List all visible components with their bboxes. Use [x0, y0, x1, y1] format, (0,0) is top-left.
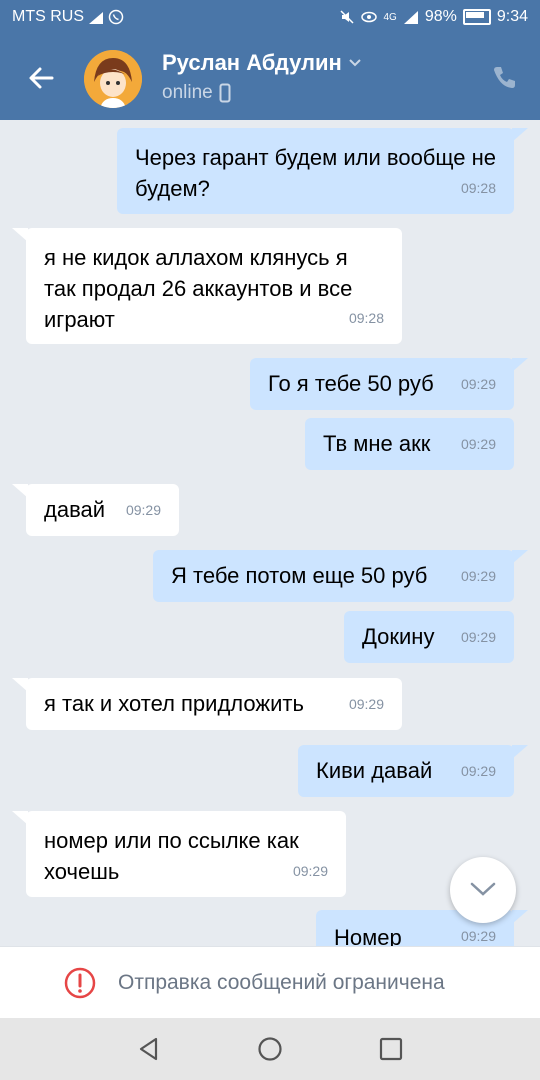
clock: 9:34: [496, 8, 528, 25]
message-time: 09:29: [292, 863, 328, 879]
eye-icon: [361, 11, 378, 23]
message-time: 09:29: [460, 376, 496, 392]
message-outgoing[interactable]: Го я тебе 50 руб 09:29: [250, 358, 528, 410]
message-text: номер или по ссылке как хочешь: [44, 828, 299, 884]
message-outgoing[interactable]: Через гарант будем или вообще не будем? …: [117, 128, 528, 214]
message-outgoing[interactable]: Я тебе потом еще 50 руб 09:29: [153, 550, 528, 602]
message-time: 09:28: [348, 310, 384, 326]
bubble-tail: [12, 484, 28, 498]
message-time: 09:28: [460, 180, 496, 196]
message-text: Го я тебе 50 руб: [268, 371, 434, 396]
chevron-down-icon: [349, 59, 361, 67]
contact-status-row: online: [162, 82, 362, 104]
message-text: Докину: [362, 624, 435, 649]
phone-icon[interactable]: [490, 64, 518, 92]
scroll-to-bottom-button[interactable]: [450, 857, 516, 923]
bubble-tail: [512, 910, 528, 924]
message-text: я так и хотел придложить: [44, 691, 304, 716]
mute-icon: [340, 10, 355, 24]
message-text: Я тебе потом еще 50 руб: [171, 563, 428, 588]
signal-icon: [89, 12, 103, 24]
chevron-down-icon: [470, 882, 496, 896]
triangle-back-icon[interactable]: [136, 1036, 162, 1062]
message-time: 09:29: [460, 568, 496, 584]
avatar-illustration: [84, 50, 142, 108]
message-time: 09:29: [460, 763, 496, 779]
message-text: Номер: [334, 925, 402, 946]
message-time: 09:29: [460, 928, 496, 944]
restriction-text: Отправка сообщений ограничена: [118, 971, 445, 994]
avatar[interactable]: [84, 50, 142, 108]
battery-percent: 98%: [424, 8, 457, 25]
message-text: Киви давай: [316, 758, 433, 783]
arrow-left-icon[interactable]: [22, 58, 62, 98]
status-bar: MTS RUS 4G 98% 9:34: [0, 0, 540, 36]
battery-icon: [462, 9, 491, 25]
bubble-tail: [12, 678, 28, 692]
messaging-restricted-bar: Отправка сообщений ограничена: [0, 946, 540, 1019]
network-type: 4G: [383, 11, 397, 23]
message-incoming[interactable]: давай 09:29: [12, 484, 179, 536]
message-text: Через гарант будем или вообще не будем?: [135, 145, 496, 201]
message-incoming[interactable]: номер или по ссылке как хочешь 09:29: [12, 811, 346, 897]
bubble-tail: [512, 358, 528, 372]
message-incoming[interactable]: я не кидок аллахом клянусь я так продал …: [12, 228, 402, 344]
square-recents-icon[interactable]: [378, 1036, 404, 1062]
circle-home-icon[interactable]: [257, 1036, 283, 1062]
message-outgoing[interactable]: Тв мне акк 09:29: [305, 418, 514, 470]
system-nav-bar: [0, 1018, 540, 1080]
warning-circle-icon: [64, 967, 96, 999]
message-text: я не кидок аллахом клянусь я так продал …: [44, 245, 353, 332]
message-incoming[interactable]: я так и хотел придложить 09:29: [12, 678, 402, 730]
bubble-tail: [12, 811, 28, 825]
mobile-phone-icon: [219, 83, 231, 103]
message-text: давай: [44, 497, 106, 522]
chat-header: Руслан Абдулин online: [0, 36, 540, 120]
message-time: 09:29: [125, 502, 161, 518]
message-outgoing[interactable]: Докину 09:29: [344, 611, 514, 663]
bubble-tail: [512, 128, 528, 142]
cell-signal-icon: [403, 11, 418, 24]
carrier-label: MTS RUS: [12, 8, 84, 25]
message-time: 09:29: [348, 696, 384, 712]
message-outgoing[interactable]: Киви давай 09:29: [298, 745, 528, 797]
contact-status: online: [162, 82, 213, 103]
message-list[interactable]: Через гарант будем или вообще не будем? …: [0, 120, 540, 946]
bubble-tail: [512, 550, 528, 564]
message-text: Тв мне акк: [323, 431, 431, 456]
contact-name: Руслан Абдулин: [162, 50, 342, 75]
viber-icon: [108, 9, 124, 25]
bubble-tail: [12, 228, 28, 242]
message-time: 09:29: [460, 436, 496, 452]
contact-name-row[interactable]: Руслан Абдулин: [162, 50, 362, 76]
message-time: 09:29: [460, 629, 496, 645]
bubble-tail: [512, 745, 528, 759]
